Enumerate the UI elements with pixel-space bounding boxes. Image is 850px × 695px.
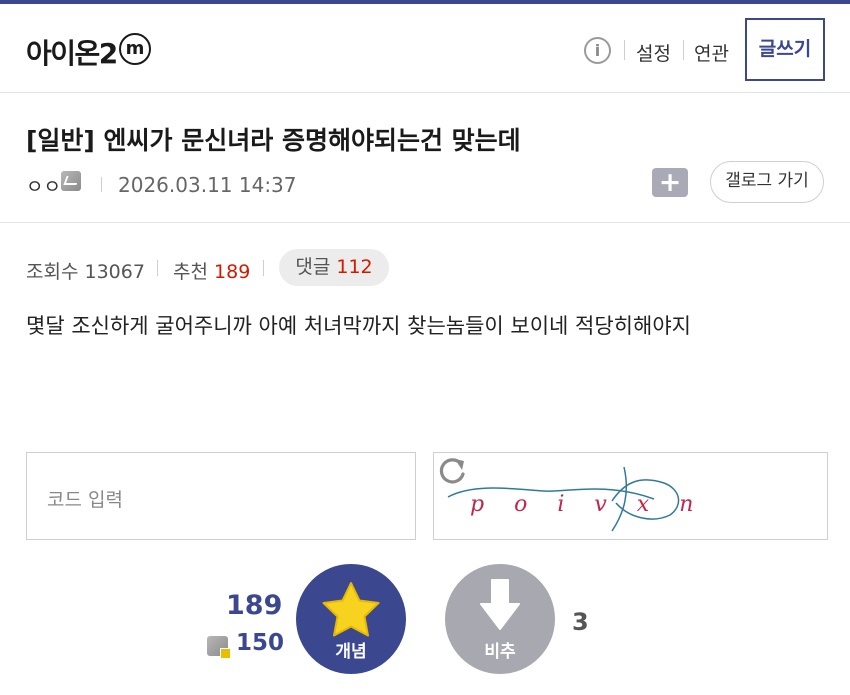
captcha-char: poivxn (470, 492, 723, 517)
view-count-value: 13067 (84, 261, 145, 283)
captcha-image: poivxn (433, 452, 828, 540)
post-body: 몇달 조신하게 굴어주니까 아예 처녀막까지 찾는놈들이 보이네 적당히해야지 (26, 314, 691, 338)
settings-link[interactable]: 설정 (636, 39, 671, 66)
author-name[interactable]: ㅇㅇ (26, 172, 61, 199)
recommend-stat-label: 추천 (173, 261, 208, 283)
recommend-button[interactable]: 개념 (296, 564, 406, 674)
comment-count-label: 댓글 (295, 256, 331, 278)
post-title: [일반] 엔씨가 문신녀라 증명해야되는건 맞는데 (26, 126, 521, 155)
mobile-badge-icon: m (119, 33, 151, 65)
header-separator (683, 40, 684, 60)
captcha-placeholder: 코드 입력 (47, 489, 123, 511)
comment-count-value: 112 (336, 256, 373, 278)
fixed-nick-badge-icon (61, 171, 81, 191)
refresh-icon[interactable] (434, 453, 470, 489)
recommend-stat: 추천 189 (173, 257, 250, 284)
star-icon (322, 582, 380, 637)
add-folder-icon[interactable]: + (652, 168, 688, 197)
recommend-button-label: 개념 (335, 642, 367, 662)
view-count: 조회수 13067 (26, 257, 145, 284)
downvote-count: 3 (572, 608, 589, 636)
meta-separator (101, 177, 102, 192)
fixed-recommend-count: 150 (236, 630, 285, 656)
captcha-code-input[interactable]: 코드 입력 (26, 452, 416, 540)
down-arrow-icon (480, 579, 520, 630)
site-header: 아이온2 m i 설정 연관 글쓰기 (0, 4, 850, 93)
site-logo[interactable]: 아이온2 (26, 32, 118, 72)
view-count-label: 조회수 (26, 261, 79, 283)
comment-count-button[interactable]: 댓글 112 (279, 249, 389, 286)
divider (0, 222, 850, 223)
stat-separator (157, 260, 158, 276)
recommend-stat-value: 189 (214, 261, 251, 283)
stat-separator (263, 260, 264, 276)
info-icon[interactable]: i (584, 37, 611, 64)
post-date: 2026.03.11 14:37 (118, 173, 297, 197)
write-button[interactable]: 글쓰기 (745, 18, 825, 81)
header-separator (624, 40, 625, 60)
downvote-button-label: 비추 (484, 642, 516, 662)
fixed-user-icon (207, 636, 231, 659)
related-link[interactable]: 연관 (694, 39, 729, 66)
gallog-button[interactable]: 갤로그 가기 (710, 161, 824, 203)
recommend-count: 189 (226, 590, 283, 621)
downvote-button[interactable]: 비추 (445, 564, 555, 674)
captcha-drawing: poivxn (447, 466, 723, 532)
